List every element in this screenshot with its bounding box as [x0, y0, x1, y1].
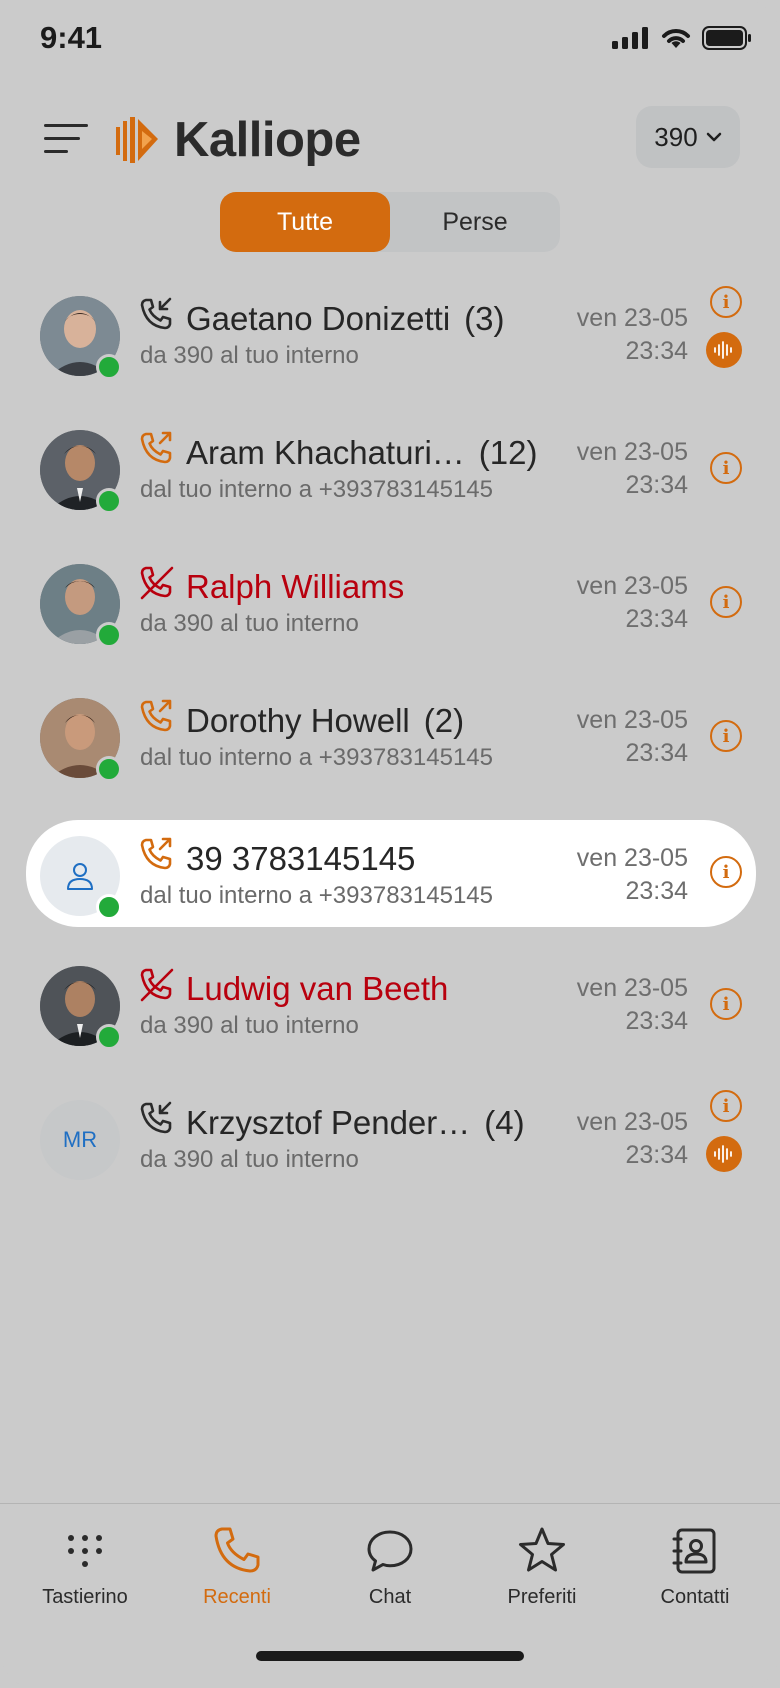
- status-icons: [612, 26, 752, 50]
- contact-name: Dorothy Howell (2): [186, 702, 465, 739]
- info-icon[interactable]: i: [710, 720, 742, 752]
- call-description: dal tuo interno a +393783145145: [140, 476, 493, 503]
- call-count: (2): [423, 702, 465, 739]
- recording-icon[interactable]: [706, 1136, 742, 1172]
- presence-online-dot: [96, 1024, 122, 1050]
- call-row[interactable]: MR Krzysztof Pender… (4) da 390 al tuo in…: [26, 1084, 756, 1191]
- tab-favorites[interactable]: Preferiti: [467, 1524, 617, 1609]
- tab-keypad[interactable]: Tastierino: [10, 1524, 160, 1609]
- recording-icon[interactable]: [706, 332, 742, 368]
- call-row[interactable]: Aram Khachaturi… (12) dal tuo interno a +…: [26, 414, 756, 521]
- presence-online-dot: [96, 488, 122, 514]
- call-description: da 390 al tuo interno: [140, 1012, 359, 1039]
- filter-missed-tab[interactable]: Perse: [390, 192, 560, 252]
- address-book-icon: [672, 1528, 716, 1574]
- phone-screen: 9:41 Kalliope 390 Tutte Perse Gaetano Do…: [0, 0, 780, 1688]
- menu-button[interactable]: [44, 122, 90, 156]
- info-icon[interactable]: i: [710, 856, 742, 888]
- hamburger-icon: [44, 124, 88, 153]
- contact-name: Krzysztof Pender… (4): [186, 1104, 525, 1141]
- call-datetime: ven 23-05 23:34: [576, 304, 688, 365]
- logo-text: Kalliope: [174, 113, 361, 167]
- call-description: da 390 al tuo interno: [140, 610, 359, 637]
- call-row-selected[interactable]: 39 3783145145 dal tuo interno a +3937831…: [26, 820, 756, 927]
- extension-selector[interactable]: 390: [636, 106, 740, 168]
- outgoing-call-icon: [140, 431, 172, 464]
- chevron-down-icon: [706, 132, 721, 142]
- presence-online-dot: [96, 622, 122, 648]
- tab-chat[interactable]: Chat: [315, 1524, 465, 1609]
- call-row[interactable]: Dorothy Howell (2) dal tuo interno a +393…: [26, 682, 756, 789]
- tab-favorites-label: Preferiti: [507, 1586, 577, 1608]
- tab-keypad-label: Tastierino: [42, 1586, 128, 1608]
- battery-icon: [702, 26, 751, 50]
- call-datetime: ven 23-05 23:34: [576, 844, 688, 905]
- call-datetime: ven 23-05 23:34: [576, 572, 688, 633]
- contact-name: Ralph Williams: [186, 568, 405, 605]
- wifi-icon: [662, 29, 690, 48]
- tab-recents-label: Recenti: [203, 1586, 271, 1608]
- contact-name: 39 3783145145: [186, 840, 416, 877]
- presence-online-dot: [96, 756, 122, 782]
- call-description: da 390 al tuo interno: [140, 1146, 359, 1173]
- home-indicator: [256, 1651, 524, 1661]
- chat-bubble-icon: [367, 1530, 413, 1572]
- extension-value: 390: [654, 121, 698, 152]
- call-count: (12): [478, 434, 538, 471]
- presence-online-dot: [96, 354, 122, 380]
- filter-all-tab[interactable]: Tutte: [220, 192, 390, 252]
- tab-chat-label: Chat: [368, 1586, 412, 1608]
- call-count: (3): [464, 300, 505, 337]
- info-icon[interactable]: i: [710, 286, 742, 318]
- call-description: dal tuo interno a +393783145145: [140, 882, 493, 909]
- missed-call-icon: [140, 566, 174, 600]
- contact-name: Aram Khachaturi… (12): [186, 434, 538, 471]
- call-datetime: ven 23-05 23:34: [576, 438, 688, 499]
- info-icon[interactable]: i: [710, 452, 742, 484]
- keypad-icon: [68, 1535, 102, 1567]
- call-description: da 390 al tuo interno: [140, 342, 359, 369]
- contact-name: Ludwig van Beeth: [186, 970, 449, 1007]
- call-filter: Tutte Perse: [220, 192, 560, 252]
- incoming-call-icon: [140, 1101, 172, 1134]
- kalliope-logo-icon: [116, 117, 158, 163]
- star-icon: [519, 1527, 565, 1572]
- tab-recents[interactable]: Recenti: [162, 1524, 312, 1609]
- person-icon: [67, 863, 93, 890]
- info-icon[interactable]: i: [710, 1090, 742, 1122]
- phone-icon: [214, 1527, 260, 1573]
- signal-icon: [612, 27, 648, 49]
- call-datetime: ven 23-05 23:34: [576, 1108, 688, 1169]
- presence-online-dot: [96, 894, 122, 920]
- info-icon[interactable]: i: [710, 586, 742, 618]
- call-count: (4): [484, 1104, 525, 1141]
- status-time: 9:41: [40, 20, 103, 55]
- avatar-initials: MR: [40, 1100, 120, 1180]
- tab-contacts-label: Contatti: [660, 1586, 730, 1608]
- info-icon[interactable]: i: [710, 988, 742, 1020]
- call-row[interactable]: Gaetano Donizetti (3) da 390 al tuo inter…: [26, 280, 756, 387]
- tab-contacts[interactable]: Contatti: [620, 1524, 770, 1609]
- outgoing-call-icon: [140, 837, 172, 870]
- call-row[interactable]: Ralph Williams da 390 al tuo interno ven…: [26, 548, 756, 655]
- kalliope-logo: Kalliope: [114, 112, 361, 168]
- call-datetime: ven 23-05 23:34: [576, 706, 688, 767]
- contact-name: Gaetano Donizetti (3): [186, 300, 505, 337]
- call-description: dal tuo interno a +393783145145: [140, 744, 493, 771]
- incoming-call-icon: [140, 297, 172, 330]
- call-datetime: ven 23-05 23:34: [576, 974, 688, 1035]
- missed-call-icon: [140, 968, 174, 1002]
- outgoing-call-icon: [140, 699, 172, 732]
- call-row[interactable]: Ludwig van Beeth da 390 al tuo interno v…: [26, 950, 756, 1057]
